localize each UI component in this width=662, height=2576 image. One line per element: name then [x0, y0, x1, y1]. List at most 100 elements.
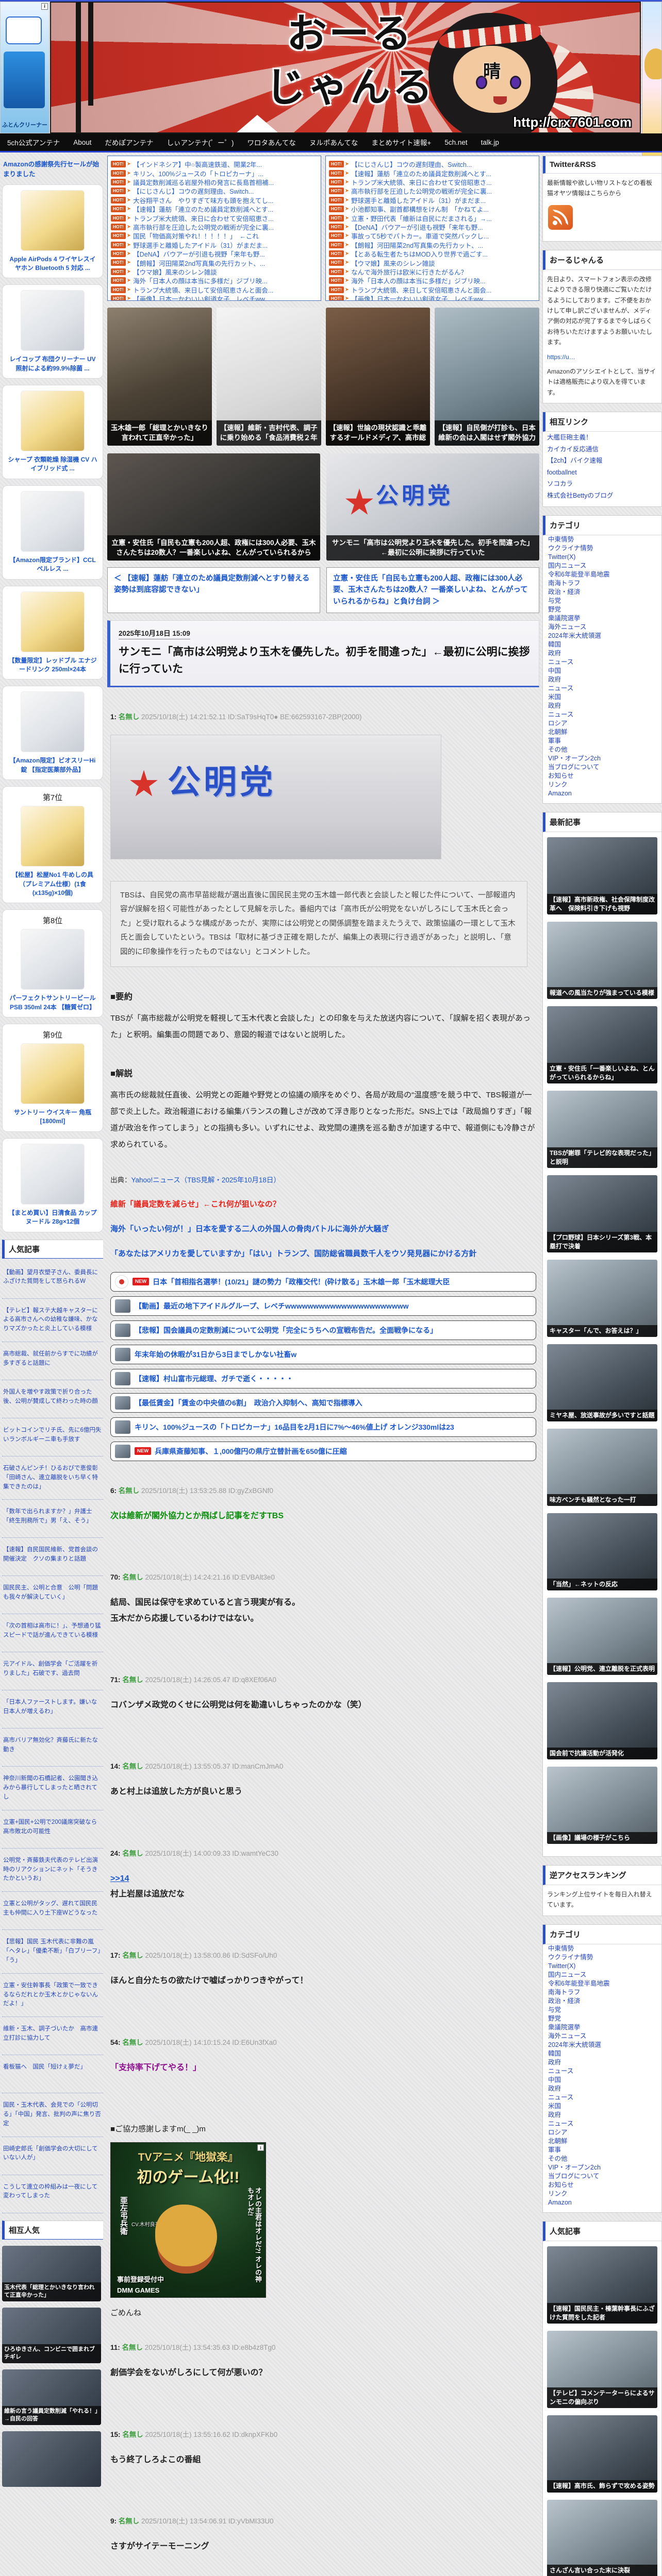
category-link[interactable]: 政治・経済	[543, 588, 661, 597]
popular-article-link[interactable]: 【動画】望月衣塑子さん、委員長にふざけた質問をして怒られるW	[2, 1261, 103, 1299]
hot-article-link[interactable]: トランプ米大統領、来日に合わせて安倍昭恵さ...	[133, 213, 274, 223]
nav-link[interactable]: ヌルポあんてな	[309, 137, 358, 147]
hot-article-link[interactable]: 大谷翔平さん やりすぎて味方も頭を抱えてし...	[133, 196, 273, 205]
related-article-item[interactable]: キリン、100%ジュースの「トロピカーナ」16品目を2月1日に7%～46%値上げ…	[110, 1417, 536, 1437]
latest-article-item[interactable]: 【プロ野球】日本シリーズ第3戦、本塁打で決着	[547, 1175, 657, 1253]
latest-article-item[interactable]: 【速報】公明党、連立離脱を正式表明	[547, 1598, 657, 1675]
category-link[interactable]: Twitter(X)	[543, 1962, 661, 1971]
latest-article-item[interactable]: 【速報】高市新政権、社会保障制度改革へ 保険料引き下げも視野	[547, 837, 657, 915]
hot-article-link[interactable]: 高市執行部を圧迫した公明党の戦術が完全に裏...	[133, 223, 274, 231]
amazon-product-card[interactable]: 【まとめ買い】日清食品 カップヌードル 28g×12個	[2, 1138, 103, 1232]
category-link[interactable]: リンク	[543, 781, 661, 789]
category-link[interactable]: 北朝鮮	[543, 2137, 661, 2146]
product-name-link[interactable]: 【Amazon限定ブランド】CCL ベルレス ...	[7, 556, 98, 574]
category-link[interactable]: 中東情勢	[543, 535, 661, 544]
hot-article-link[interactable]: 【速報】蓮舫「連立のため議員定数削減へとす...	[351, 168, 491, 178]
nav-link[interactable]: しぃアンテナ(゜ー゜)	[167, 137, 234, 147]
popular-article-link[interactable]: 外国人を増やす政策で折り合った後、公明が賛成して終わった時の顔	[2, 1380, 103, 1418]
extra-article-link[interactable]: 維新「議員定数を減らせ」←これ何が狙いなの？	[110, 1198, 536, 1209]
hot-article-link[interactable]: 【速報】蓮舫「連立のため議員定数削減へとす...	[133, 205, 273, 213]
category-link[interactable]: 政治・経済	[543, 1997, 661, 2006]
category-link[interactable]: お知らせ	[543, 2181, 661, 2190]
hot-article-link[interactable]: 野球選手と離婚したアイドル（31）がまだま...	[351, 196, 486, 205]
hot-article-link[interactable]: 【インドネシア】中○製高速鉄道、開業2年...	[133, 160, 262, 168]
related-article-item[interactable]: 【悲報】国会議員の定数削減について公明党「完全にうちへの宣戦布告だ。全面戦争にな…	[110, 1320, 536, 1340]
category-link[interactable]: 野党	[543, 605, 661, 614]
related-article-item[interactable]: 【動画】最近の地下アイドルグループ、レベチwwwwwwwwwwwwwwwwwww…	[110, 1296, 536, 1316]
latest-article-item[interactable]: 国会前で抗議活動が活発化	[547, 1682, 657, 1760]
extra-article-link[interactable]: 「あなたはアメリカを愛していますか」「はい」トランプ、国防総省職員数千人をウソ発…	[110, 1248, 536, 1259]
category-link[interactable]: 2024年米大統領選	[543, 2041, 661, 2049]
product-name-link[interactable]: シャープ 衣類乾燥 除湿機 CV ハイブリッド式 ...	[7, 455, 98, 473]
mutual-thumb-item[interactable]	[2, 2431, 103, 2487]
category-link[interactable]: 軍事	[543, 737, 661, 745]
category-link[interactable]: 米国	[543, 693, 661, 702]
featured-card[interactable]: 【速報】世論の現状認識と乖離するオールドメディア、高市総	[325, 308, 431, 446]
product-name-link[interactable]: 【まとめ買い】日清食品 カップヌードル 28g×12個	[7, 1209, 98, 1227]
popular-article-link[interactable]: 「数年で出られますか？」弁護士「終生刑務所で」男「え、そう」	[2, 1500, 103, 1538]
left-banner-ad[interactable]: i ふとんクリーナー	[0, 2, 49, 133]
game-ad-banner[interactable]: i TVアニメ『地獄楽』 初のゲーム化!! オレの主君はオレだ?! オレの神もオレだ!…	[110, 2142, 266, 2298]
hot-article-link[interactable]: トランプ米大統領、来日に合わせて安倍昭恵さ...	[351, 178, 492, 187]
popular-article-link[interactable]: 立憲と公明がタッグ、遅れて国民民主も仲間に入り土下座Wどうなった	[2, 1892, 103, 1930]
popular-article-link[interactable]: 公明党・斉藤鉄夫代表のテレビ出演時のリアクションにネット「そうきたかというお」	[2, 1849, 103, 1892]
category-link[interactable]: 与党	[543, 597, 661, 605]
amazon-product-card[interactable]: 【数量限定】レッドブル エナジードリンク 250ml×24本	[2, 585, 103, 680]
latest-article-item[interactable]: キャスター「んで、お答えは？」	[547, 1260, 657, 1337]
featured-card[interactable]: 玉木雄一郎「総理とかいきなり言われて正直辛かった」	[107, 308, 212, 446]
hot-article-link[interactable]: 【朗報】河田陽菜2nd写真集の先行カット、...	[133, 258, 265, 267]
nav-link[interactable]: About	[73, 139, 91, 146]
category-link[interactable]: 政府	[543, 702, 661, 710]
comment-anchor-link[interactable]: >>14	[110, 1871, 536, 1887]
category-link[interactable]: 令和6年能登半島地震	[543, 1979, 661, 1988]
large-card[interactable]: 公明党 サンモニ「高市は公明党より玉木を優先した。初手を間違った」←最初に公明に挨…	[326, 453, 539, 561]
category-link[interactable]: 野党	[543, 2014, 661, 2023]
site-header-banner[interactable]: おーる じゃんる 晴 http://crx7601.com	[50, 2, 641, 133]
hot-article-link[interactable]: トランプ大統領、来日して安倍昭恵さんと面会...	[351, 285, 491, 294]
popular-article-link[interactable]: こうして連立の枠組みは一夜にして変わってしまった	[2, 2175, 103, 2213]
popular-article-link[interactable]: 元アイドル、創価学会「ご活躍を祈りました」石破です、過去問	[2, 1652, 103, 1691]
hot-article-link[interactable]: 【ウマ娘】風来のシレン雑談	[133, 267, 217, 276]
category-link[interactable]: ニュース	[543, 2067, 661, 2076]
category-link[interactable]: 政府	[543, 2084, 661, 2093]
category-link[interactable]: 韓国	[543, 2049, 661, 2058]
category-link[interactable]: 政府	[543, 649, 661, 658]
hot-article-link[interactable]: トランプ大統領、来日して安倍昭恵さんと面会...	[133, 285, 273, 294]
hot-article-link[interactable]: 【ウマ娘】風来のシレン雑談	[351, 258, 435, 267]
hot-article-link[interactable]: 国民「物価高対策やれ！！！！！」 ←これ	[133, 231, 259, 240]
popular-article-link[interactable]: 【速報】自民国民維新、党首会談の開催決定 クソの集まりと話題	[2, 1538, 103, 1577]
popular-article-link[interactable]: 立憲・安住幹事長「政策で一致できるならだれとか玉木とかじゃないんだよ！」	[2, 1974, 103, 2018]
category-link[interactable]: 北朝鮮	[543, 728, 661, 737]
category-link[interactable]: Amazon	[543, 2198, 661, 2207]
popular-article-link[interactable]: 立憲+国民+公明で200議席突破なら高市敗北の可能性	[2, 1810, 103, 1849]
category-link[interactable]: 中国	[543, 2076, 661, 2084]
featured-card[interactable]: 【速報】維新・吉村代表、調子に乗り始める「食品消費税２年	[216, 308, 321, 446]
category-link[interactable]: 海外ニュース	[543, 2032, 661, 2041]
product-name-link[interactable]: サントリー ウイスキー 角瓶 [1800ml]	[7, 1108, 98, 1126]
nav-link[interactable]: 5ch公式アンテナ	[7, 137, 60, 147]
category-link[interactable]: ウクライナ情勢	[543, 1953, 661, 1962]
related-article-link[interactable]: 【悲報】国会議員の定数削減について公明党「完全にうちへの宣戦布告だ。全面戦争にな…	[135, 1325, 437, 1335]
popular-thumb-item[interactable]: 【速報】高市氏、飾らずで攻める姿勢	[547, 2415, 657, 2493]
popular-article-link[interactable]: 神奈川新聞の石橋記者、公園聞き込みから暴行してしまったと晒されてし	[2, 1767, 103, 1810]
latest-article-item[interactable]: 立憲・安住氏「一番楽しいよね、とんがっていられるからね」	[547, 1006, 657, 1084]
related-article-item[interactable]: NEW 日本「首相指名選挙！(10/21」謎の勢力「政権交代！(砕け散る」玉木雄一…	[110, 1272, 536, 1292]
related-article-link[interactable]: 【最低賃金】「賃金の中央値の6割」 政治介入抑制へ、高知で指標導入	[135, 1398, 362, 1408]
category-link[interactable]: 2024年米大統領選	[543, 632, 661, 640]
category-link[interactable]: ニュース	[543, 2120, 661, 2128]
mutual-thumb-item[interactable]: ひろゆきさん、コンビニで囲まれブチギレ	[2, 2307, 103, 2363]
hot-article-link[interactable]: 【にじさんじ】コウの遅刻理由、Switch...	[351, 160, 472, 168]
mutual-thumb-item[interactable]: 維新の言う議員定数削減「やれる！」→自民の回答	[2, 2369, 103, 2425]
ad-info-icon[interactable]: i	[41, 3, 48, 10]
category-link[interactable]: 海外ニュース	[543, 623, 661, 632]
category-link[interactable]: ニュース	[543, 2093, 661, 2102]
related-article-link[interactable]: 【動画】最近の地下アイドルグループ、レベチwwwwwwwwwwwwwwwwwww…	[135, 1301, 409, 1311]
category-link[interactable]: お知らせ	[543, 772, 661, 781]
category-link[interactable]: 衆議院選挙	[543, 614, 661, 623]
hot-article-link[interactable]: 高市執行部を圧迫した公明党の戦術が完全に裏...	[351, 187, 492, 195]
category-link[interactable]: 政府	[543, 675, 661, 684]
product-name-link[interactable]: 【松屋】松屋No1 牛めしの具（プレミアム仕様）(1食(x135g)×10個)	[7, 871, 98, 897]
amazon-product-card[interactable]: 【Amazon限定】ビオスリーHi錠 【指定医薬部外品】	[2, 686, 103, 781]
hot-article-link[interactable]: 【画像】日本一かわいい剣道女子、レベチww	[351, 294, 483, 300]
category-link[interactable]: ニュース	[543, 684, 661, 693]
